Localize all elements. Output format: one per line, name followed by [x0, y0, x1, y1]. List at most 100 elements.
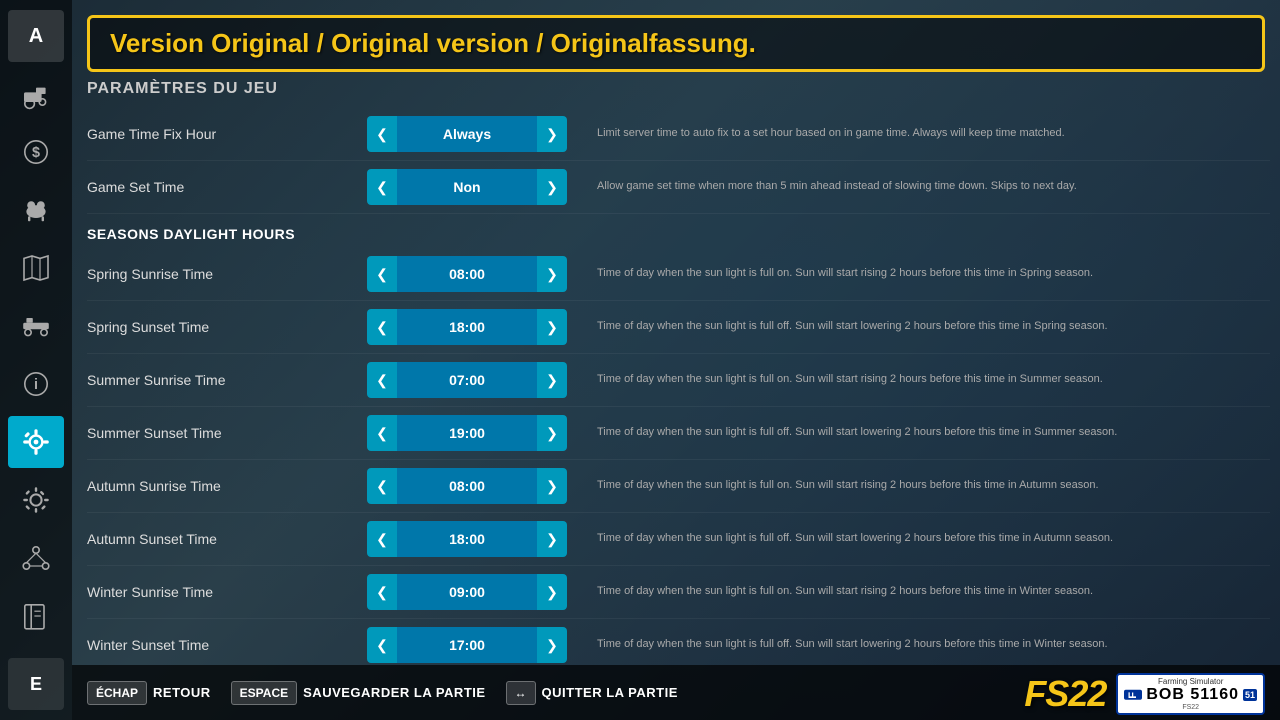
logo-area: FS22 Farming Simulator F BOB 51160 51 FS…	[1024, 673, 1265, 715]
sidebar-item-tractor[interactable]	[8, 68, 64, 120]
conveyor-icon	[20, 310, 52, 342]
settings-scroll[interactable]: Game Time Fix Hour ❮ Always ❯ Limit serv…	[87, 108, 1280, 665]
next-summer-sunrise[interactable]: ❯	[537, 362, 567, 398]
desc-summer-sunrise: Time of day when the sun light is full o…	[567, 372, 1270, 387]
svg-text:i: i	[34, 377, 38, 393]
value-game-set-time: Non	[397, 169, 537, 205]
license-header: Farming Simulator	[1124, 677, 1257, 686]
setting-row-winter-sunset: Winter Sunset Time ❮ 17:00 ❯ Time of day…	[87, 619, 1270, 665]
svg-text:$: $	[32, 145, 40, 161]
setting-control-winter-sunrise: ❮ 09:00 ❯	[367, 574, 567, 610]
network-icon	[20, 542, 52, 574]
prev-winter-sunset[interactable]: ❮	[367, 627, 397, 663]
setting-control-autumn-sunset: ❮ 18:00 ❯	[367, 521, 567, 557]
sidebar-item-info[interactable]: i	[8, 358, 64, 410]
quit-key: ↔	[506, 681, 536, 705]
setting-control-game-set-time: ❮ Non ❯	[367, 169, 567, 205]
save-label: SAUVEGARDER LA PARTIE	[303, 685, 485, 700]
page-title: PARAMÈTRES DU JEU	[87, 80, 1265, 98]
gear-icon	[20, 484, 52, 516]
desc-spring-sunrise: Time of day when the sun light is full o…	[567, 266, 1270, 281]
year-text: 22	[1068, 673, 1106, 714]
book-icon	[20, 600, 52, 632]
value-winter-sunset: 17:00	[397, 627, 537, 663]
setting-label-spring-sunset: Spring Sunset Time	[87, 319, 367, 335]
next-game-set-time[interactable]: ❯	[537, 169, 567, 205]
prev-summer-sunset[interactable]: ❮	[367, 415, 397, 451]
setting-row-autumn-sunrise: Autumn Sunrise Time ❮ 08:00 ❯ Time of da…	[87, 460, 1270, 513]
next-spring-sunset[interactable]: ❯	[537, 309, 567, 345]
setting-label-winter-sunrise: Winter Sunrise Time	[87, 584, 367, 600]
sidebar-item-map[interactable]	[8, 242, 64, 294]
sidebar-item-network[interactable]	[8, 532, 64, 584]
setting-control-summer-sunset: ❮ 19:00 ❯	[367, 415, 567, 451]
setting-row-autumn-sunset: Autumn Sunset Time ❮ 18:00 ❯ Time of day…	[87, 513, 1270, 566]
next-winter-sunrise[interactable]: ❯	[537, 574, 567, 610]
license-plate: Farming Simulator F BOB 51160 51 FS22	[1116, 673, 1265, 715]
cow-icon	[20, 194, 52, 226]
prev-spring-sunrise[interactable]: ❮	[367, 256, 397, 292]
back-label: RETOUR	[153, 685, 211, 700]
value-summer-sunrise: 07:00	[397, 362, 537, 398]
fs-text: FS	[1024, 673, 1068, 714]
bottom-bar: ÉCHAP RETOUR ESPACE SAUVEGARDER LA PARTI…	[72, 665, 1280, 720]
map-icon	[20, 252, 52, 284]
setting-row-game-time-fix-hour: Game Time Fix Hour ❮ Always ❯ Limit serv…	[87, 108, 1270, 161]
prev-summer-sunrise[interactable]: ❮	[367, 362, 397, 398]
sidebar-item-book[interactable]	[8, 590, 64, 642]
setting-label-autumn-sunset: Autumn Sunset Time	[87, 531, 367, 547]
water-icon: i	[20, 368, 52, 400]
prev-game-set-time[interactable]: ❮	[367, 169, 397, 205]
setting-label-autumn-sunrise: Autumn Sunrise Time	[87, 478, 367, 494]
desc-autumn-sunset: Time of day when the sun light is full o…	[567, 531, 1270, 546]
setting-control-summer-sunrise: ❮ 07:00 ❯	[367, 362, 567, 398]
quit-button[interactable]: ↔ QUITTER LA PARTIE	[506, 676, 678, 710]
next-autumn-sunrise[interactable]: ❯	[537, 468, 567, 504]
settings-area: Game Time Fix Hour ❮ Always ❯ Limit serv…	[87, 108, 1280, 665]
tractor-icon	[20, 78, 52, 110]
next-summer-sunset[interactable]: ❯	[537, 415, 567, 451]
prev-game-time-fix-hour[interactable]: ❮	[367, 116, 397, 152]
next-spring-sunrise[interactable]: ❯	[537, 256, 567, 292]
setting-row-game-set-time: Game Set Time ❮ Non ❯ Allow game set tim…	[87, 161, 1270, 214]
setting-label-game-time-fix-hour: Game Time Fix Hour	[87, 126, 367, 142]
main-content: Version Original / Original version / Or…	[72, 0, 1280, 720]
back-button[interactable]: ÉCHAP RETOUR	[87, 676, 211, 710]
quit-label: QUITTER LA PARTIE	[542, 685, 678, 700]
setting-control-game-time-fix-hour: ❮ Always ❯	[367, 116, 567, 152]
prev-winter-sunrise[interactable]: ❮	[367, 574, 397, 610]
license-number: BOB 51160	[1146, 686, 1239, 704]
desc-spring-sunset: Time of day when the sun light is full o…	[567, 319, 1270, 334]
save-button[interactable]: ESPACE SAUVEGARDER LA PARTIE	[231, 676, 486, 710]
desc-summer-sunset: Time of day when the sun light is full o…	[567, 425, 1270, 440]
license-footer: FS22	[1124, 704, 1257, 711]
prev-spring-sunset[interactable]: ❮	[367, 309, 397, 345]
back-key: ÉCHAP	[87, 681, 147, 705]
next-winter-sunset[interactable]: ❯	[537, 627, 567, 663]
prev-autumn-sunrise[interactable]: ❮	[367, 468, 397, 504]
prev-autumn-sunset[interactable]: ❮	[367, 521, 397, 557]
next-autumn-sunset[interactable]: ❯	[537, 521, 567, 557]
sidebar: A $	[0, 0, 72, 720]
setting-row-summer-sunset: Summer Sunset Time ❮ 19:00 ❯ Time of day…	[87, 407, 1270, 460]
gear-tractor-icon	[20, 426, 52, 458]
sidebar-item-production[interactable]	[8, 300, 64, 352]
sidebar-item-animals[interactable]	[8, 184, 64, 236]
setting-label-game-set-time: Game Set Time	[87, 179, 367, 195]
sidebar-item-settings-active[interactable]	[8, 416, 64, 468]
value-summer-sunset: 19:00	[397, 415, 537, 451]
setting-control-winter-sunset: ❮ 17:00 ❯	[367, 627, 567, 663]
desc-winter-sunset: Time of day when the sun light is full o…	[567, 637, 1270, 652]
desc-game-time-fix-hour: Limit server time to auto fix to a set h…	[567, 126, 1270, 141]
sidebar-item-economy[interactable]: $	[8, 126, 64, 178]
section-header-seasons: SEASONS DAYLIGHT HOURS	[87, 214, 1270, 248]
next-game-time-fix-hour[interactable]: ❯	[537, 116, 567, 152]
value-spring-sunset: 18:00	[397, 309, 537, 345]
sidebar-item-bottom-e[interactable]: E	[8, 658, 64, 710]
setting-row-summer-sunrise: Summer Sunrise Time ❮ 07:00 ❯ Time of da…	[87, 354, 1270, 407]
dollar-icon: $	[20, 136, 52, 168]
value-autumn-sunset: 18:00	[397, 521, 537, 557]
setting-label-winter-sunset: Winter Sunset Time	[87, 637, 367, 653]
sidebar-item-settings[interactable]	[8, 474, 64, 526]
sidebar-item-a[interactable]: A	[8, 10, 64, 62]
